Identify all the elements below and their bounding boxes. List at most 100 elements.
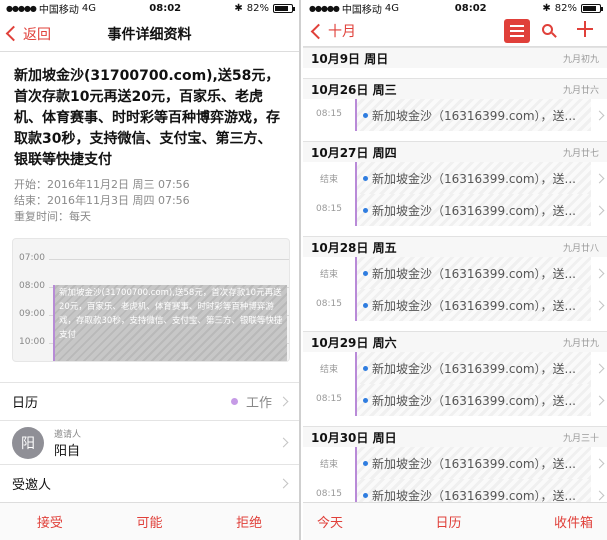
- event-row[interactable]: 结束 新加坡金沙（16316399.com），送...: [303, 447, 607, 479]
- event-body: 新加坡金沙（16316399.com），送...: [355, 352, 591, 384]
- event-title: 新加坡金沙（16316399.com），送...: [372, 488, 576, 503]
- event-row[interactable]: 08:15 新加坡金沙（16316399.com），送...: [303, 384, 607, 416]
- invitee-caption: 邀请人: [54, 429, 82, 440]
- day-preview[interactable]: 07:00 08:00 09:00 10:00 新加坡金沙(31700700.c…: [12, 238, 290, 362]
- event-row[interactable]: 结束 新加坡金沙（16316399.com），送...: [303, 162, 607, 194]
- bluetooth-icon: ✱: [234, 2, 243, 14]
- event-time: 结束: [319, 270, 338, 280]
- day-header: 10月27日 周四 九月廿七: [303, 141, 607, 162]
- guests-row[interactable]: 受邀人: [0, 464, 299, 502]
- chevron-left-icon: [5, 25, 22, 42]
- event-row[interactable]: 08:15 新加坡金沙（16316399.com），送...: [303, 99, 607, 131]
- battery-icon: [581, 3, 603, 13]
- today-button[interactable]: 今天: [317, 512, 343, 531]
- repeat-info: 重复时间：每天: [14, 210, 91, 223]
- back-label: 返回: [23, 26, 51, 43]
- hour-label: 10:00: [19, 337, 45, 347]
- event-dot-icon: [363, 207, 368, 213]
- nav-bar: 十月: [303, 16, 607, 47]
- carrier-label: 中国移动: [38, 4, 79, 16]
- event-time: 结束: [319, 460, 338, 470]
- event-dot-icon: [363, 492, 368, 498]
- calendar-row[interactable]: 日历 工作: [0, 382, 299, 420]
- chevron-right-icon: [594, 300, 604, 310]
- event-time: 08:15: [316, 109, 342, 119]
- hour-line: [49, 259, 289, 260]
- chevron-right-icon: [278, 478, 289, 489]
- accept-button[interactable]: 接受: [37, 512, 63, 531]
- calendar-list-screen: ●●●●● 中国移动 4G 08:02 ✱ 82% 十月 10月9日 周日 九月初…: [303, 0, 607, 540]
- back-label: 十月: [328, 24, 356, 40]
- event-row[interactable]: 08:15 新加坡金沙（16316399.com），送...: [303, 194, 607, 226]
- lunar-date: 九月廿八: [562, 243, 599, 254]
- event-dot-icon: [363, 365, 368, 371]
- clock: 08:02: [149, 2, 182, 14]
- back-button[interactable]: 十月: [307, 21, 356, 41]
- end-time: 结束：2016年11月3日 周四 07:56: [14, 194, 190, 207]
- event-time: 结束: [319, 175, 338, 185]
- lunar-date: 九月初九: [562, 54, 599, 65]
- maybe-button[interactable]: 可能: [136, 512, 162, 531]
- day-date: 10月29日 周六: [311, 335, 397, 350]
- chevron-right-icon: [594, 363, 604, 373]
- clock: 08:02: [454, 2, 487, 14]
- event-title: 新加坡金沙（16316399.com），送...: [372, 266, 576, 281]
- event-time: 08:15: [316, 299, 342, 309]
- day-header: 10月29日 周六 九月廿九: [303, 331, 607, 352]
- chevron-right-icon: [594, 173, 604, 183]
- event-detail-screen: ●●●●● 中国移动 4G 08:02 ✱ 82% 返回 事件详细资料 新加坡金…: [0, 0, 301, 540]
- day-date: 10月27日 周四: [311, 145, 397, 160]
- list-view-button[interactable]: [504, 19, 530, 43]
- search-icon[interactable]: [542, 24, 553, 35]
- start-time: 开始：2016年11月2日 周三 07:56: [14, 178, 190, 191]
- chevron-right-icon: [594, 395, 604, 405]
- lunar-date: 九月廿六: [562, 85, 599, 96]
- add-icon[interactable]: [577, 21, 593, 37]
- back-button[interactable]: 返回: [4, 24, 51, 44]
- event-time: 08:15: [316, 204, 342, 214]
- event-dot-icon: [363, 397, 368, 403]
- calendar-value: 工作: [245, 396, 272, 411]
- day-header: 10月30日 周日 九月三十: [303, 426, 607, 447]
- day-date: 10月9日 周日: [311, 51, 389, 66]
- status-bar: ●●●●● 中国移动 4G 08:02 ✱ 82%: [0, 0, 299, 16]
- battery-fill: [275, 5, 289, 11]
- battery-icon: [273, 3, 295, 13]
- event-meta: 开始：2016年11月2日 周三 07:56 结束：2016年11月3日 周四 …: [0, 171, 299, 225]
- event-block[interactable]: 新加坡金沙(31700700.com),送58元，首次存款10元再送20元，百家…: [53, 285, 287, 361]
- event-title: 新加坡金沙(31700700.com),送58元，首次存款10元再送20元，百家…: [14, 68, 280, 168]
- event-title: 新加坡金沙（16316399.com），送...: [372, 108, 576, 123]
- hour-label: 09:00: [19, 309, 45, 319]
- chevron-right-icon: [594, 458, 604, 468]
- event-row[interactable]: 结束 新加坡金沙（16316399.com），送...: [303, 352, 607, 384]
- chevron-right-icon: [278, 396, 289, 407]
- lunar-date: 九月廿七: [562, 148, 599, 159]
- lunar-date: 九月廿九: [562, 338, 599, 349]
- event-body: 新加坡金沙（16316399.com），送...: [355, 447, 591, 479]
- event-body: 新加坡金沙（16316399.com），送...: [355, 99, 591, 131]
- event-dot-icon: [363, 302, 368, 308]
- event-body: 新加坡金沙（16316399.com），送...: [355, 257, 591, 289]
- day-date: 10月30日 周日: [311, 430, 397, 445]
- event-dot-icon: [363, 175, 368, 181]
- inbox-button[interactable]: 收件箱: [554, 512, 593, 531]
- hour-label: 07:00: [19, 253, 45, 263]
- day-header: 10月28日 周五 九月廿八: [303, 236, 607, 257]
- event-title: 新加坡金沙（16316399.com），送...: [372, 456, 576, 471]
- calendars-button[interactable]: 日历: [435, 512, 461, 531]
- event-row[interactable]: 08:15 新加坡金沙（16316399.com），送...: [303, 289, 607, 321]
- event-title: 新加坡金沙（16316399.com），送...: [372, 298, 576, 313]
- event-row[interactable]: 结束 新加坡金沙（16316399.com），送...: [303, 257, 607, 289]
- event-title: 新加坡金沙（16316399.com），送...: [372, 171, 576, 186]
- carrier-label: 中国移动: [341, 4, 382, 16]
- invitee-row[interactable]: 阳 邀请人 阳自: [0, 420, 299, 464]
- guests-label: 受邀人: [12, 478, 52, 493]
- event-title: 新加坡金沙（16316399.com），送...: [372, 203, 576, 218]
- decline-button[interactable]: 拒绝: [236, 512, 262, 531]
- network-label: 4G: [81, 2, 97, 14]
- event-dot-icon: [363, 270, 368, 276]
- calendar-label: 日历: [12, 396, 39, 411]
- calendar-color-dot: [230, 398, 238, 405]
- tab-bar: 今天 日历 收件箱: [303, 502, 607, 540]
- hour-label: 08:00: [19, 281, 45, 291]
